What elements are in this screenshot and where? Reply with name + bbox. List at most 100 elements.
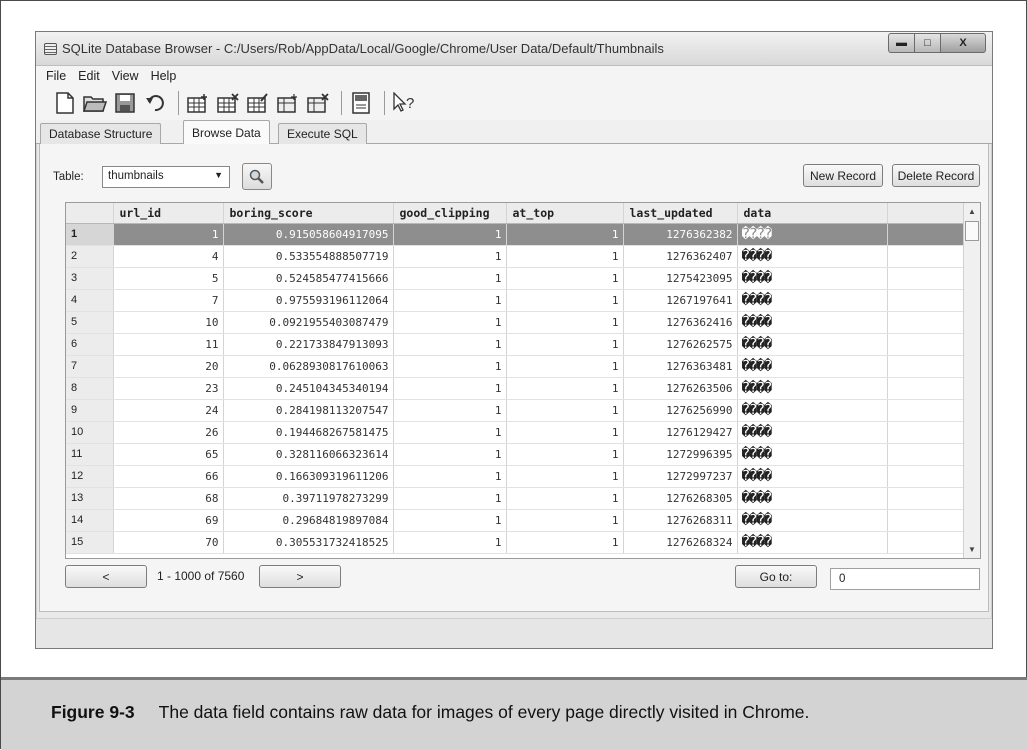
row-number-cell[interactable]: 4: [66, 289, 114, 312]
delete-record-button[interactable]: Delete Record: [892, 164, 980, 187]
vertical-scrollbar[interactable]: ▲ ▼: [963, 203, 980, 558]
at-top-cell[interactable]: 1: [506, 443, 624, 466]
table-row[interactable]: 3 5 0.524585477415666 1 1 1275423095 ����: [66, 267, 966, 290]
data-cell[interactable]: ����: [737, 399, 888, 422]
boring-score-cell[interactable]: 0.524585477415666: [223, 267, 394, 290]
menu-edit[interactable]: Edit: [78, 69, 100, 83]
data-cell[interactable]: ����: [737, 311, 888, 334]
boring-score-cell[interactable]: 0.39711978273299: [223, 487, 394, 510]
last-updated-cell[interactable]: 1276268311: [623, 509, 738, 532]
last-updated-cell[interactable]: 1276256990: [623, 399, 738, 422]
at-top-cell[interactable]: 1: [506, 267, 624, 290]
new-file-icon[interactable]: [52, 90, 78, 116]
last-updated-cell[interactable]: 1276363481: [623, 355, 738, 378]
last-updated-cell[interactable]: 1275423095: [623, 267, 738, 290]
tab-browse-data[interactable]: Browse Data: [183, 120, 270, 145]
next-page-button[interactable]: >: [259, 565, 341, 588]
column-header-boring-score[interactable]: boring_score: [223, 203, 394, 224]
good-clipping-cell[interactable]: 1: [393, 487, 507, 510]
good-clipping-cell[interactable]: 1: [393, 289, 507, 312]
data-cell[interactable]: ����: [737, 245, 888, 268]
last-updated-cell[interactable]: 1276268324: [623, 531, 738, 554]
at-top-cell[interactable]: 1: [506, 421, 624, 444]
good-clipping-cell[interactable]: 1: [393, 267, 507, 290]
row-number-cell[interactable]: 7: [66, 355, 114, 378]
minimize-button[interactable]: ▬: [888, 33, 915, 53]
last-updated-cell[interactable]: 1276263506: [623, 377, 738, 400]
table-row[interactable]: 4 7 0.975593196112064 1 1 1267197641 ����: [66, 289, 966, 312]
close-button[interactable]: X: [941, 33, 986, 53]
at-top-cell[interactable]: 1: [506, 333, 624, 356]
whats-this-icon[interactable]: ?: [391, 90, 417, 116]
previous-page-button[interactable]: <: [65, 565, 147, 588]
table-row[interactable]: 5 10 0.0921955403087479 1 1 1276362416 ����: [66, 311, 966, 334]
boring-score-cell[interactable]: 0.0628930817610063: [223, 355, 394, 378]
row-number-cell[interactable]: 11: [66, 443, 114, 466]
row-number-cell[interactable]: 5: [66, 311, 114, 334]
data-cell[interactable]: ����: [737, 421, 888, 444]
modify-table-icon[interactable]: [245, 90, 271, 116]
at-top-cell[interactable]: 1: [506, 223, 624, 246]
row-number-cell[interactable]: 1: [66, 223, 114, 246]
url-id-cell[interactable]: 5: [113, 267, 224, 290]
url-id-cell[interactable]: 66: [113, 465, 224, 488]
column-header-data[interactable]: data: [737, 203, 888, 224]
url-id-cell[interactable]: 24: [113, 399, 224, 422]
at-top-cell[interactable]: 1: [506, 399, 624, 422]
new-record-button[interactable]: New Record: [803, 164, 883, 187]
boring-score-cell[interactable]: 0.284198113207547: [223, 399, 394, 422]
row-number-cell[interactable]: 9: [66, 399, 114, 422]
url-id-cell[interactable]: 68: [113, 487, 224, 510]
delete-index-icon[interactable]: [305, 90, 331, 116]
scroll-up-icon[interactable]: ▲: [964, 207, 980, 216]
column-header-at-top[interactable]: at_top: [506, 203, 624, 224]
good-clipping-cell[interactable]: 1: [393, 333, 507, 356]
at-top-cell[interactable]: 1: [506, 289, 624, 312]
good-clipping-cell[interactable]: 1: [393, 531, 507, 554]
column-header-last-updated[interactable]: last_updated: [623, 203, 738, 224]
good-clipping-cell[interactable]: 1: [393, 311, 507, 334]
boring-score-cell[interactable]: 0.533554888507719: [223, 245, 394, 268]
last-updated-cell[interactable]: 1276362382: [623, 223, 738, 246]
last-updated-cell[interactable]: 1272997237: [623, 465, 738, 488]
boring-score-cell[interactable]: 0.975593196112064: [223, 289, 394, 312]
search-button[interactable]: [242, 163, 272, 190]
boring-score-cell[interactable]: 0.0921955403087479: [223, 311, 394, 334]
boring-score-cell[interactable]: 0.194468267581475: [223, 421, 394, 444]
table-row[interactable]: 10 26 0.194468267581475 1 1 1276129427 ����: [66, 421, 966, 444]
at-top-cell[interactable]: 1: [506, 465, 624, 488]
at-top-cell[interactable]: 1: [506, 355, 624, 378]
data-cell[interactable]: ����: [737, 531, 888, 554]
table-row[interactable]: 6 11 0.221733847913093 1 1 1276262575 ����: [66, 333, 966, 356]
row-number-cell[interactable]: 3: [66, 267, 114, 290]
last-updated-cell[interactable]: 1276362407: [623, 245, 738, 268]
url-id-cell[interactable]: 70: [113, 531, 224, 554]
data-cell[interactable]: ����: [737, 289, 888, 312]
table-row[interactable]: 1 1 0.915058604917095 1 1 1276362382 ����: [66, 223, 966, 246]
url-id-cell[interactable]: 23: [113, 377, 224, 400]
url-id-cell[interactable]: 20: [113, 355, 224, 378]
tab-database-structure[interactable]: Database Structure: [40, 123, 162, 144]
url-id-cell[interactable]: 10: [113, 311, 224, 334]
table-select[interactable]: thumbnails ▼: [102, 166, 230, 188]
boring-score-cell[interactable]: 0.328116066323614: [223, 443, 394, 466]
last-updated-cell[interactable]: 1276362416: [623, 311, 738, 334]
tab-execute-sql[interactable]: Execute SQL: [278, 123, 367, 144]
maximize-button[interactable]: □: [915, 33, 941, 53]
go-to-button[interactable]: Go to:: [735, 565, 817, 588]
undo-icon[interactable]: [142, 90, 168, 116]
boring-score-cell[interactable]: 0.166309319611206: [223, 465, 394, 488]
last-updated-cell[interactable]: 1267197641: [623, 289, 738, 312]
at-top-cell[interactable]: 1: [506, 509, 624, 532]
column-header-good-clipping[interactable]: good_clipping: [393, 203, 507, 224]
go-to-input[interactable]: 0: [830, 568, 980, 590]
at-top-cell[interactable]: 1: [506, 487, 624, 510]
table-row[interactable]: 11 65 0.328116066323614 1 1 1272996395 ����: [66, 443, 966, 466]
url-id-cell[interactable]: 69: [113, 509, 224, 532]
data-cell[interactable]: ����: [737, 333, 888, 356]
row-number-cell[interactable]: 6: [66, 333, 114, 356]
log-icon[interactable]: [348, 90, 374, 116]
good-clipping-cell[interactable]: 1: [393, 355, 507, 378]
url-id-cell[interactable]: 65: [113, 443, 224, 466]
url-id-cell[interactable]: 11: [113, 333, 224, 356]
